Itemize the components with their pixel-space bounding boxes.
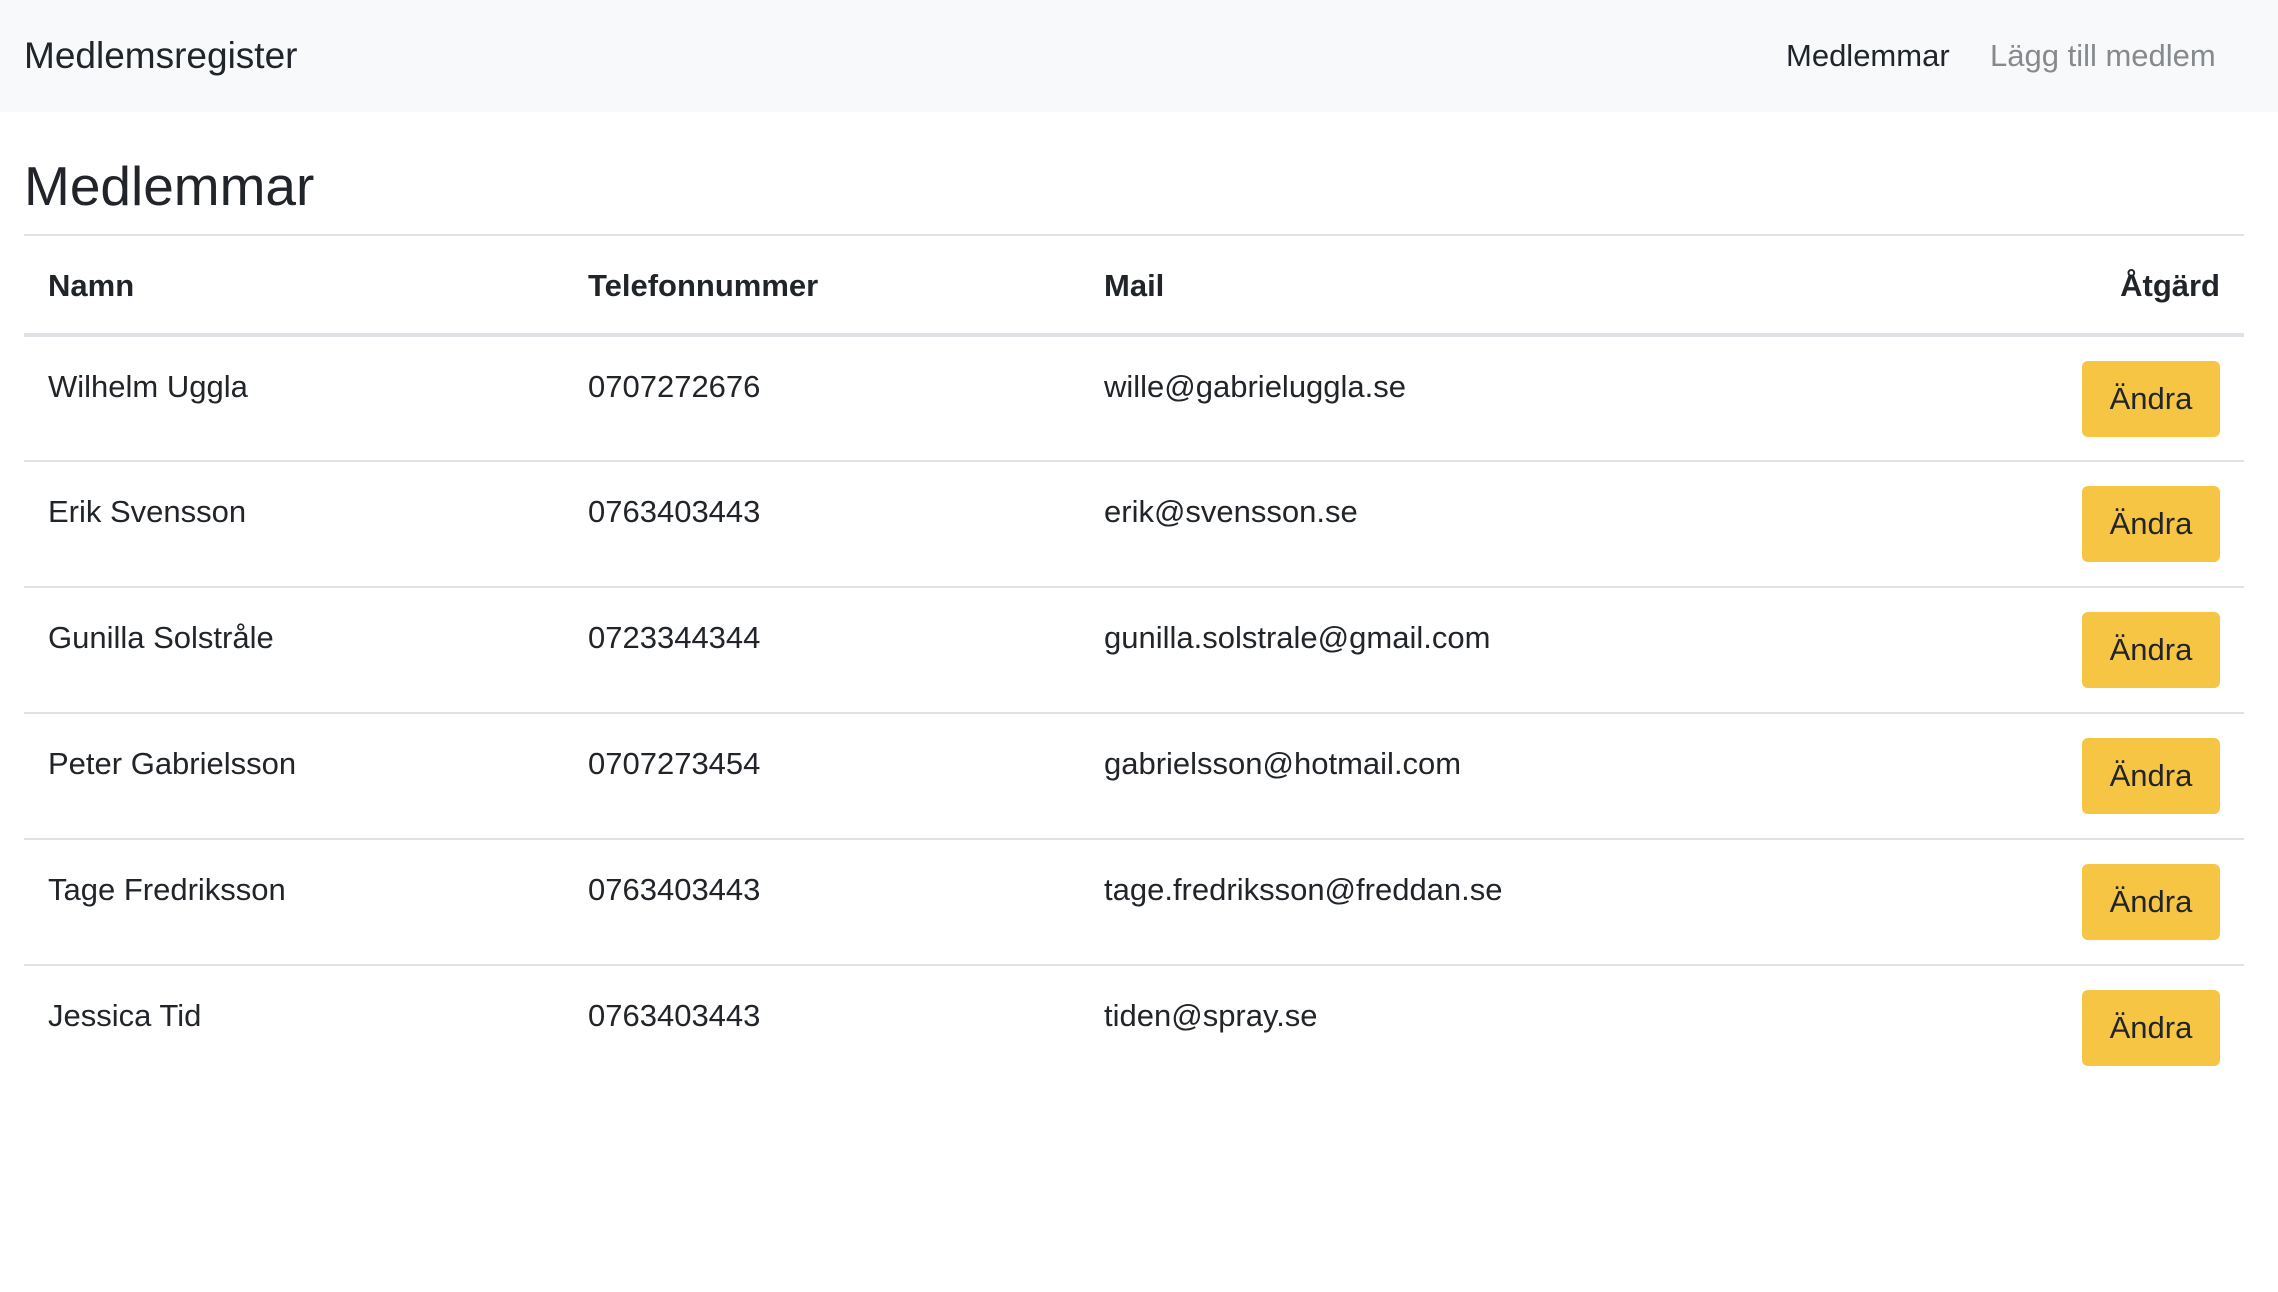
- member-phone: 0707273454: [588, 746, 761, 781]
- member-mail: tiden@spray.se: [1104, 998, 1318, 1033]
- nav-link-add-member[interactable]: Lägg till medlem: [1990, 34, 2216, 78]
- action-cell: Ändra: [1840, 713, 2244, 839]
- navbar: Medlemsregister Medlemmar Lägg till medl…: [0, 0, 2278, 112]
- edit-button[interactable]: Ändra: [2082, 990, 2220, 1066]
- action-cell: Ändra: [1840, 587, 2244, 713]
- nav-link-medlemmar[interactable]: Medlemmar: [1786, 34, 1950, 78]
- table-body: Wilhelm Uggla 0707272676 wille@gabrielug…: [24, 335, 2244, 1091]
- member-name: Tage Fredriksson: [48, 872, 286, 907]
- action-cell: Ändra: [1840, 335, 2244, 461]
- action-cell: Ändra: [1840, 965, 2244, 1091]
- member-phone: 0763403443: [588, 998, 761, 1033]
- member-name: Jessica Tid: [48, 998, 202, 1033]
- member-mail: gabrielsson@hotmail.com: [1104, 746, 1462, 781]
- page-title: Medlemmar: [24, 155, 315, 217]
- members-table: Namn Telefonnummer Mail Åtgärd Wilhelm U…: [24, 234, 2244, 1091]
- table-row: Erik Svensson 0763403443 erik@svensson.s…: [24, 461, 2244, 587]
- header-action: Åtgärd: [2120, 268, 2220, 303]
- member-phone: 0707272676: [588, 369, 761, 404]
- action-cell: Ändra: [1840, 461, 2244, 587]
- edit-button[interactable]: Ändra: [2082, 864, 2220, 940]
- table-row: Jessica Tid 0763403443 tiden@spray.se Än…: [24, 965, 2244, 1091]
- table-row: Gunilla Solstråle 0723344344 gunilla.sol…: [24, 587, 2244, 713]
- member-mail: gunilla.solstrale@gmail.com: [1104, 620, 1491, 655]
- action-cell: Ändra: [1840, 839, 2244, 965]
- table-row: Tage Fredriksson 0763403443 tage.fredrik…: [24, 839, 2244, 965]
- header-mail: Mail: [1104, 268, 1165, 303]
- member-phone: 0763403443: [588, 494, 761, 529]
- header-name: Namn: [48, 268, 135, 303]
- brand-link[interactable]: Medlemsregister: [24, 30, 297, 82]
- member-name: Gunilla Solstråle: [48, 620, 274, 655]
- edit-button[interactable]: Ändra: [2082, 486, 2220, 562]
- member-name: Wilhelm Uggla: [48, 369, 248, 404]
- member-mail: wille@gabrieluggla.se: [1104, 369, 1407, 404]
- table-header: Namn Telefonnummer Mail Åtgärd: [24, 235, 2244, 335]
- edit-button[interactable]: Ändra: [2082, 361, 2220, 437]
- member-phone: 0763403443: [588, 872, 761, 907]
- member-name: Erik Svensson: [48, 494, 247, 529]
- header-row: Namn Telefonnummer Mail Åtgärd: [24, 235, 2244, 335]
- table-row: Peter Gabrielsson 0707273454 gabrielsson…: [24, 713, 2244, 839]
- member-mail: tage.fredriksson@freddan.se: [1104, 872, 1503, 907]
- header-phone: Telefonnummer: [588, 268, 819, 303]
- edit-button[interactable]: Ändra: [2082, 738, 2220, 814]
- member-name: Peter Gabrielsson: [48, 746, 297, 781]
- table-row: Wilhelm Uggla 0707272676 wille@gabrielug…: [24, 335, 2244, 461]
- edit-button[interactable]: Ändra: [2082, 612, 2220, 688]
- member-mail: erik@svensson.se: [1104, 494, 1358, 529]
- member-phone: 0723344344: [588, 620, 761, 655]
